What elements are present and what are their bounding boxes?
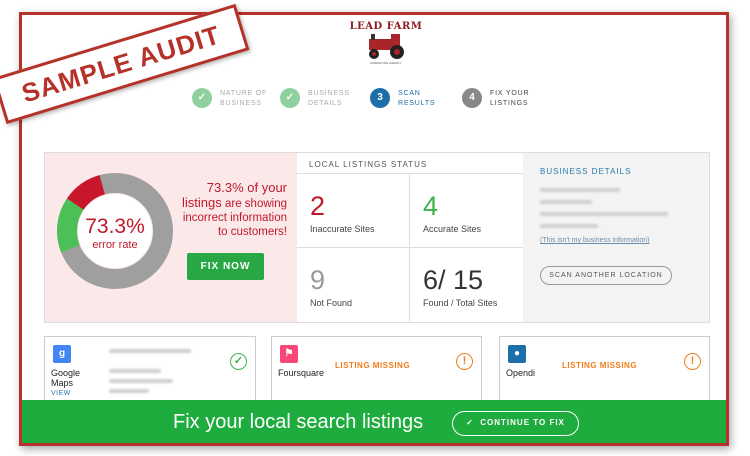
accurate-segment [57, 198, 84, 253]
error-message: 73.3% of your listings are showing incor… [179, 181, 287, 239]
warning-icon: ! [456, 353, 473, 370]
fix-now-button[interactable]: FIX NOW [187, 253, 264, 280]
check-icon: ✓ [280, 88, 300, 108]
found-total-count: 6/ 15 [423, 265, 484, 295]
step-label: Nature of Business [220, 90, 268, 107]
not-found-label: Not Found [310, 298, 353, 308]
status-title: LOCAL LISTINGS STATUS [309, 160, 428, 169]
warning-icon: ! [684, 353, 701, 370]
found-total-cell: 6/ 15 Found / Total Sites [410, 248, 523, 322]
step-number: 3 [370, 88, 390, 108]
listing-name: Opendi [506, 368, 536, 378]
error-rate-label: error rate [92, 239, 137, 251]
check-icon: ✓ [192, 88, 212, 108]
scan-another-location-button[interactable]: SCAN ANOTHER LOCATION [540, 266, 672, 285]
found-total-label: Found / Total Sites [423, 298, 498, 308]
check-circle-icon: ✓ [230, 353, 247, 370]
listings-status-panel: LOCAL LISTINGS STATUS 2 Inaccurate Sites… [297, 153, 523, 322]
blurred-business-name [540, 188, 620, 192]
blurred-listing-line [109, 389, 149, 393]
inaccurate-count: 2 [310, 191, 326, 221]
scan-results-card: 73.3% error rate 73.3% of your listings … [44, 152, 710, 323]
fix-listings-bar: Fix your local search listings ✓ CONTINU… [22, 400, 726, 443]
step-label: Fix your Listings [490, 90, 530, 107]
blurred-listing-name [109, 349, 191, 353]
not-my-business-link[interactable]: (This isn't my business information) [540, 237, 649, 244]
view-link[interactable]: VIEW [51, 390, 71, 397]
progress-stepper: ✓ Nature of Business ✓ Business Details … [192, 85, 562, 121]
foursquare-icon: ⚑ [280, 345, 298, 363]
not-found-cell: 9 Not Found [297, 248, 410, 322]
error-rate-value: 73.3% [85, 215, 145, 238]
opendi-icon: ● [508, 345, 526, 363]
business-details-panel: BUSINESS DETAILS (This isn't my business… [523, 153, 709, 322]
continue-to-fix-button[interactable]: ✓ CONTINUE TO FIX [452, 411, 579, 436]
listing-name: Google Maps [51, 368, 81, 388]
continue-label: CONTINUE TO FIX [480, 418, 565, 427]
inaccurate-sites-cell: 2 Inaccurate Sites [297, 174, 410, 248]
accurate-count: 4 [423, 191, 439, 221]
not-found-count: 9 [310, 265, 326, 295]
blurred-phone [540, 224, 598, 228]
check-icon: ✓ [466, 418, 481, 427]
inaccurate-label: Inaccurate Sites [310, 224, 375, 234]
business-details-title: BUSINESS DETAILS [540, 167, 632, 176]
error-rate-donut: 73.3% error rate [57, 173, 173, 289]
blurred-listing-line [109, 369, 161, 373]
blurred-listing-line [109, 379, 173, 383]
blurred-address-line [540, 212, 668, 216]
brand-logo: LEAD FARM MARKETING AGENCY [341, 19, 431, 71]
status-grid: 2 Inaccurate Sites 4 Accurate Sites 9 No… [297, 173, 523, 322]
step-label: Business Details [308, 90, 350, 107]
google-icon: g [53, 345, 71, 363]
fix-listings-heading: Fix your local search listings [173, 411, 424, 433]
listing-name: Foursquare [278, 368, 325, 378]
accurate-label: Accurate Sites [423, 224, 482, 234]
listing-missing-status: LISTING MISSING [335, 361, 411, 370]
accurate-sites-cell: 4 Accurate Sites [410, 174, 523, 248]
error-rate-panel: 73.3% error rate 73.3% of your listings … [45, 153, 297, 322]
logo-subtitle: MARKETING AGENCY [370, 61, 402, 65]
step-label: Scan Results [398, 90, 436, 107]
listing-missing-status: LISTING MISSING [562, 361, 638, 370]
blurred-address-line [540, 200, 592, 204]
step-number: 4 [462, 88, 482, 108]
